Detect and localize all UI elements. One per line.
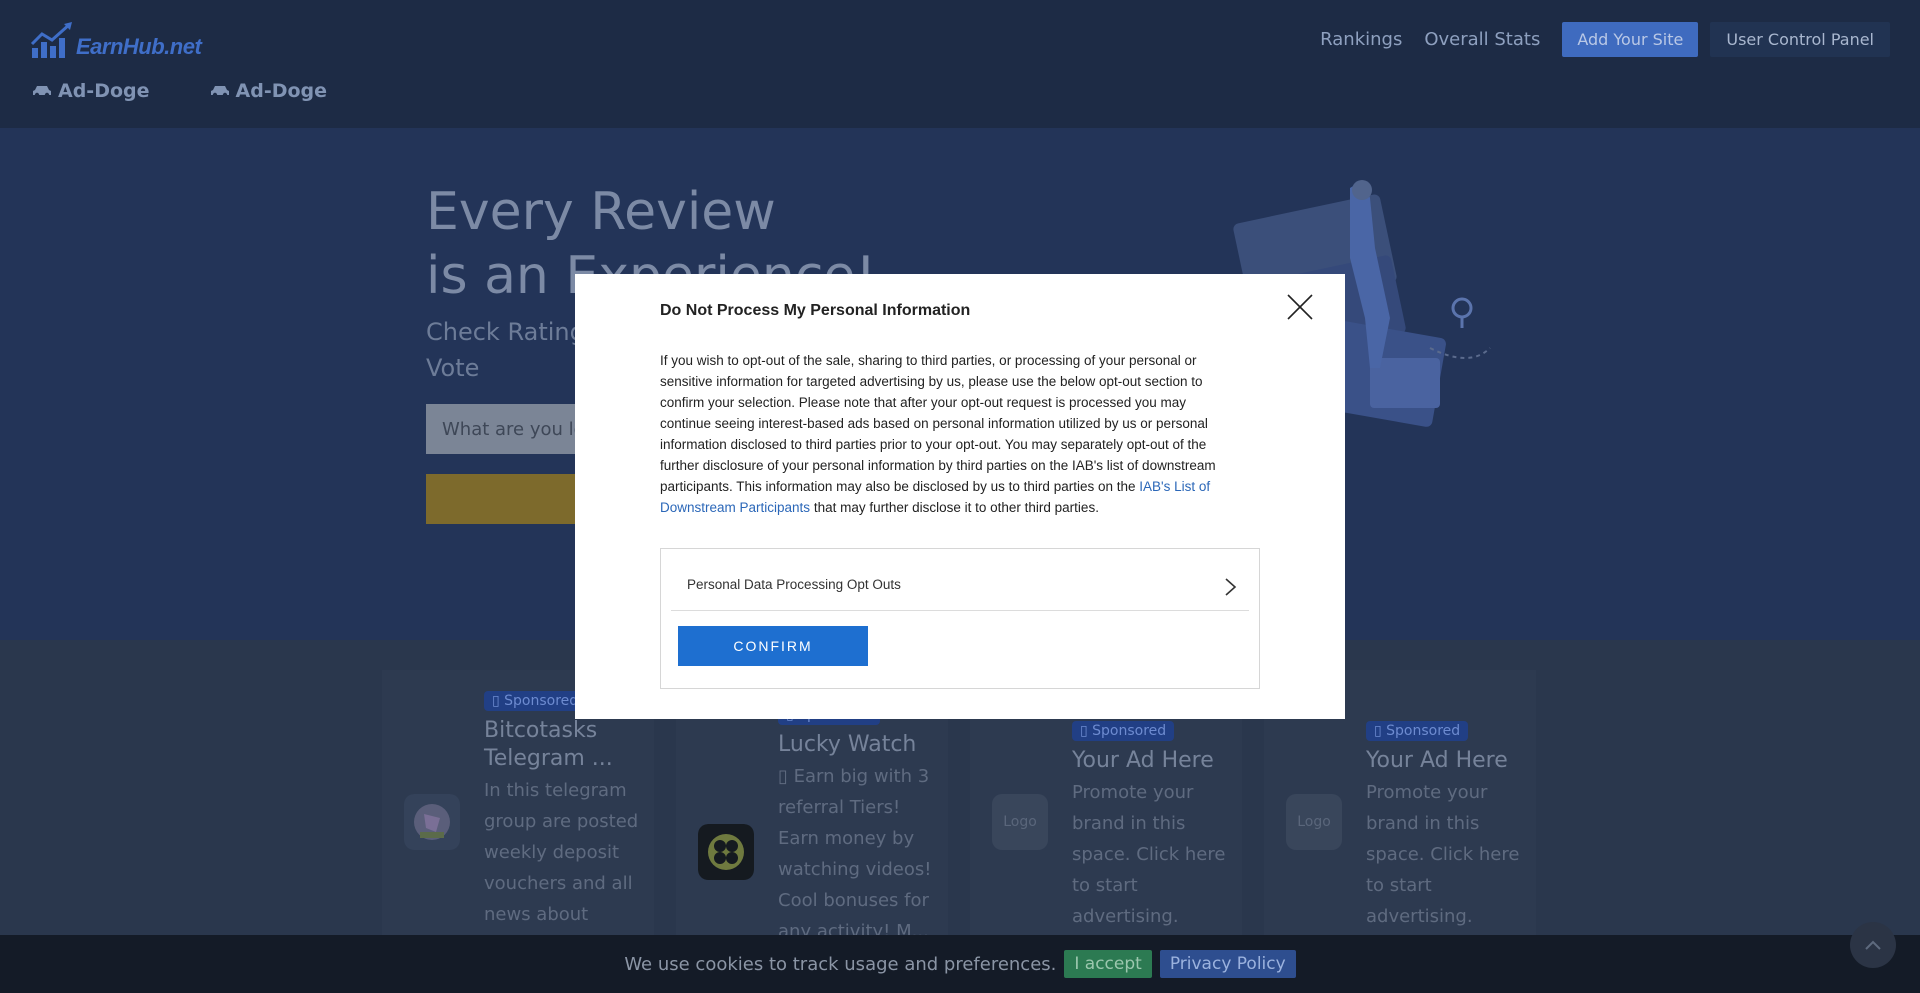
modal-title: Do Not Process My Personal Information bbox=[660, 302, 971, 319]
card-body: ▯ Sponsored Lucky Watch ▯ Earn big with … bbox=[778, 704, 938, 947]
opt-out-label: Personal Data Processing Opt Outs bbox=[687, 577, 901, 592]
logo-placeholder: Logo bbox=[1286, 794, 1342, 850]
chevron-right-icon bbox=[1225, 578, 1237, 596]
nav-rankings[interactable]: Rankings bbox=[1320, 29, 1402, 50]
card-body: ▯ Sponsored Bitcotasks Telegram ... In t… bbox=[484, 690, 644, 961]
clover-logo-icon bbox=[698, 824, 754, 880]
car-icon bbox=[210, 86, 229, 98]
modal-body-tail: that may further disclose it to other th… bbox=[810, 500, 1099, 515]
sponsored-badge: ▯ Sponsored bbox=[1072, 721, 1175, 741]
sponsored-badge: ▯ Sponsored bbox=[1366, 721, 1469, 741]
scroll-to-top-button[interactable] bbox=[1850, 922, 1896, 968]
badge-label: Sponsored bbox=[504, 693, 579, 709]
card-description: Promote your brand in this space. Click … bbox=[1366, 782, 1520, 927]
ad-link-label: Ad-Doge bbox=[235, 80, 328, 102]
bitcotasks-logo-icon bbox=[404, 794, 460, 850]
site-header: EarnHub.net Rankings Overall Stats Add Y… bbox=[0, 0, 1920, 128]
hero-title-line: Every Review bbox=[426, 182, 776, 242]
card-body: ▯ Sponsored Your Ad Here Promote your br… bbox=[1366, 720, 1526, 932]
card-description: Promote your brand in this space. Click … bbox=[1072, 782, 1226, 927]
card-description: In this telegram group are posted weekly… bbox=[484, 780, 639, 956]
card-title: Bitcotasks Telegram ... bbox=[484, 718, 613, 771]
card-description: ▯ Earn big with 3 referral Tiers! Earn m… bbox=[778, 766, 932, 942]
card-title: Your Ad Here bbox=[1072, 748, 1214, 773]
privacy-policy-button[interactable]: Privacy Policy bbox=[1159, 950, 1296, 978]
ad-link[interactable]: Ad-Doge bbox=[32, 80, 150, 102]
card-title: Lucky Watch bbox=[778, 732, 917, 757]
nav-overall-stats[interactable]: Overall Stats bbox=[1424, 29, 1540, 50]
accept-cookies-button[interactable]: I accept bbox=[1064, 950, 1152, 978]
car-icon bbox=[33, 86, 51, 98]
chevron-up-icon bbox=[1865, 940, 1881, 950]
add-your-site-button[interactable]: Add Your Site bbox=[1562, 22, 1699, 57]
cookie-bar: We use cookies to track usage and prefer… bbox=[0, 935, 1920, 993]
ad-link-label: Ad-Doge bbox=[58, 80, 150, 102]
logo-text: EarnHub.net bbox=[76, 34, 202, 59]
modal-body-text: If you wish to opt-out of the sale, shar… bbox=[660, 353, 1216, 494]
site-logo[interactable]: EarnHub.net bbox=[30, 20, 202, 60]
top-nav: Rankings Overall Stats Add Your Site Use… bbox=[1320, 22, 1890, 57]
badge-label: Sponsored bbox=[1092, 723, 1167, 739]
ad-links: Ad-Doge Ad-Doge bbox=[32, 80, 327, 102]
user-control-panel-button[interactable]: User Control Panel bbox=[1710, 22, 1890, 57]
badge-label: Sponsored bbox=[1386, 723, 1461, 739]
opt-out-row[interactable]: Personal Data Processing Opt Outs bbox=[671, 563, 1249, 611]
close-icon[interactable] bbox=[1285, 292, 1315, 322]
card-description-text: Earn big with 3 referral Tiers! Earn mon… bbox=[778, 766, 932, 942]
logo-placeholder: Logo bbox=[992, 794, 1048, 850]
chart-logo-icon bbox=[30, 22, 72, 58]
cookie-text: We use cookies to track usage and prefer… bbox=[624, 953, 1057, 975]
confirm-button[interactable]: CONFIRM bbox=[678, 626, 868, 666]
card-body: ▯ Sponsored Your Ad Here Promote your br… bbox=[1072, 720, 1232, 932]
modal-body: If you wish to opt-out of the sale, shar… bbox=[660, 350, 1240, 518]
ad-link[interactable]: Ad-Doge bbox=[210, 80, 328, 102]
card-title: Your Ad Here bbox=[1366, 748, 1508, 773]
opt-out-section: Personal Data Processing Opt Outs CONFIR… bbox=[660, 548, 1260, 689]
sponsored-badge: ▯ Sponsored bbox=[484, 691, 587, 711]
privacy-modal: Do Not Process My Personal Information I… bbox=[575, 274, 1345, 719]
